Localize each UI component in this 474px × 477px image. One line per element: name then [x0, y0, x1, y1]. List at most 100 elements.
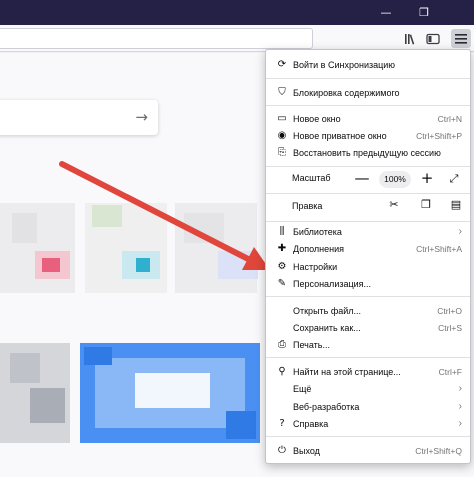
library-icon[interactable] [401, 29, 421, 48]
menu-label: Восстановить предыдущую сессию [293, 147, 441, 158]
edit-label: Правка [292, 201, 323, 211]
menu-shortcut: Ctrl+N [437, 113, 462, 124]
menu-label: Открыть файл... [293, 305, 362, 316]
menu-item-web-developer[interactable]: Веб-разработка › [266, 398, 470, 415]
tile-blur [92, 205, 122, 227]
minimize-button[interactable]: — [368, 0, 404, 25]
menu-label: Ещё [293, 383, 312, 394]
power-icon: ⏻ [278, 445, 286, 456]
zoom-reset-button[interactable]: 100% [379, 171, 411, 188]
tile-blur [136, 258, 150, 272]
menu-item-help[interactable]: ? Справка › [266, 415, 470, 432]
menu-item-more[interactable]: Ещё › [266, 380, 470, 397]
menu-shortcut: Ctrl+Shift+P [416, 130, 462, 141]
zoom-label: Масштаб [292, 173, 331, 183]
menu-item-new-window[interactable]: ▭ Новое окно Ctrl+N [266, 110, 470, 127]
tile-blur [84, 347, 112, 365]
minimize-icon: — [380, 6, 392, 19]
sync-icon: ⟳ [277, 59, 287, 70]
menu-shortcut: Ctrl+S [438, 322, 462, 333]
menu-shortcut: Ctrl+Shift+Q [415, 445, 462, 456]
menu-item-sync[interactable]: ⟳ Войти в Синхронизацию [266, 56, 470, 73]
menu-separator [266, 357, 470, 358]
paste-icon[interactable]: ▤ [448, 198, 464, 216]
menu-shortcut: Ctrl+F [438, 366, 462, 377]
restore-session-icon: ⎘ [278, 147, 286, 158]
menu-separator [266, 193, 470, 194]
tile-blur [30, 388, 65, 423]
menu-separator [266, 166, 470, 167]
help-icon: ? [279, 418, 285, 429]
navigation-bar [0, 25, 474, 52]
menu-separator [266, 296, 470, 297]
tile-blur [226, 411, 256, 439]
menu-separator [266, 436, 470, 437]
cut-icon[interactable]: ✂ [386, 198, 402, 216]
search-icon: ⚲ [278, 366, 286, 377]
private-mask-icon: ◉ [277, 130, 287, 141]
menu-label: Библиотека [293, 226, 342, 237]
zoom-out-button[interactable]: — [354, 169, 370, 189]
chevron-right-icon: › [458, 401, 462, 412]
menu-item-open-file[interactable]: Открыть файл... Ctrl+O [266, 302, 470, 319]
menu-shortcut: Ctrl+Shift+A [416, 243, 462, 254]
chevron-right-icon: › [458, 226, 462, 237]
fullscreen-icon[interactable]: ⤢ [447, 172, 461, 186]
zoom-in-button[interactable]: + [419, 169, 435, 189]
library-icon: ⫼ [279, 226, 285, 237]
menu-label: Веб-разработка [293, 401, 360, 412]
menu-item-addons[interactable]: ✚ Дополнения Ctrl+Shift+A [266, 240, 470, 257]
chevron-right-icon: › [458, 418, 462, 429]
search-arrow-icon[interactable]: → [135, 108, 148, 126]
edit-controls: Правка ✂ ❐ ▤ [266, 195, 470, 219]
chevron-right-icon: › [458, 383, 462, 394]
menu-label: Найти на этой странице... [293, 366, 401, 377]
menu-separator [266, 78, 470, 79]
hamburger-icon [455, 33, 467, 44]
menu-item-library[interactable]: ⫼ Библиотека › [266, 223, 470, 240]
app-menu-panel: ⟳ Войти в Синхронизацию ⛉ Блокировка сод… [265, 49, 471, 464]
tile-blur [42, 258, 60, 272]
gear-icon: ⚙ [277, 261, 287, 272]
printer-icon: ⎙ [278, 339, 286, 350]
menu-item-private-window[interactable]: ◉ Новое приватное окно Ctrl+Shift+P [266, 127, 470, 144]
menu-item-restore-session[interactable]: ⎘ Восстановить предыдущую сессию [266, 144, 470, 161]
menu-item-print[interactable]: ⎙ Печать... [266, 336, 470, 353]
menu-label: Войти в Синхронизацию [293, 59, 396, 70]
menu-label: Новое окно [293, 113, 341, 124]
menu-item-save-as[interactable]: Сохранить как... Ctrl+S [266, 319, 470, 336]
tile-blur [12, 213, 37, 243]
tile-blur [184, 213, 224, 243]
menu-label: Блокировка содержимого [293, 87, 400, 98]
menu-item-content-blocking[interactable]: ⛉ Блокировка содержимого [266, 84, 470, 101]
menu-label: Персонализация... [293, 278, 372, 289]
menu-item-find[interactable]: ⚲ Найти на этой странице... Ctrl+F [266, 363, 470, 380]
title-bar: — ❐ [0, 0, 474, 25]
restore-button[interactable]: ❐ [406, 0, 442, 25]
puzzle-icon: ✚ [277, 243, 287, 254]
brush-icon: ✎ [277, 278, 287, 289]
menu-separator [266, 221, 470, 222]
menu-label: Справка [293, 418, 329, 429]
menu-label: Настройки [293, 261, 338, 272]
menu-label: Новое приватное окно [293, 130, 387, 141]
search-box[interactable]: → [0, 100, 158, 135]
shield-icon: ⛉ [278, 87, 286, 98]
menu-label: Выход [293, 445, 320, 456]
zoom-controls: Масштаб — 100% + ⤢ [266, 168, 470, 192]
menu-separator [266, 105, 470, 106]
tile-blur [10, 353, 40, 383]
menu-item-quit[interactable]: ⏻ Выход Ctrl+Shift+Q [266, 442, 470, 459]
address-bar[interactable] [0, 28, 313, 49]
menu-label: Сохранить как... [293, 322, 361, 333]
tile-blur [218, 251, 258, 279]
sidebar-icon[interactable] [423, 29, 443, 48]
tile-blur [135, 373, 210, 408]
menu-item-customize[interactable]: ✎ Персонализация... [266, 275, 470, 292]
new-window-icon: ▭ [277, 113, 287, 124]
menu-item-settings[interactable]: ⚙ Настройки [266, 258, 470, 275]
menu-shortcut: Ctrl+O [437, 305, 462, 316]
copy-icon[interactable]: ❐ [418, 198, 434, 216]
menu-label: Печать... [293, 339, 330, 350]
menu-button[interactable] [451, 29, 471, 48]
